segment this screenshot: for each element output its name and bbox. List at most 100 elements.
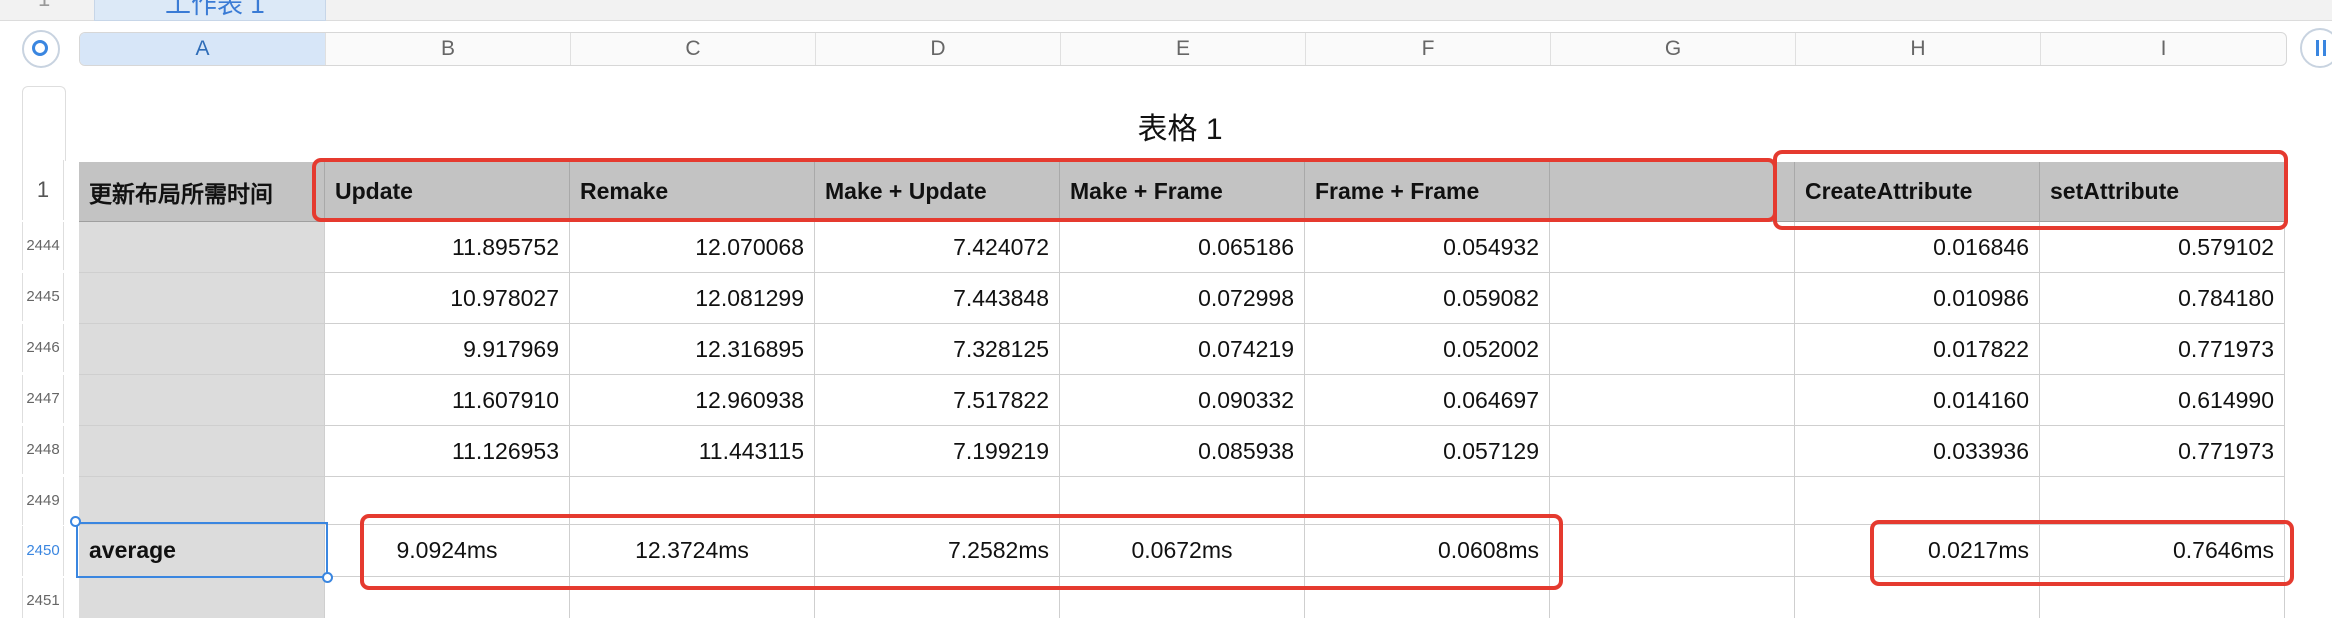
table-cell[interactable] xyxy=(1795,477,2040,525)
table-cell[interactable]: 0.010986 xyxy=(1795,273,2040,324)
table-cell[interactable] xyxy=(1550,222,1795,273)
header-cell[interactable]: 更新布局所需时间 xyxy=(79,162,325,222)
table-cell[interactable]: 0.016846 xyxy=(1795,222,2040,273)
table-cell[interactable]: 0.614990 xyxy=(2040,375,2285,426)
select-all-circle-icon[interactable] xyxy=(22,30,60,68)
average-cell[interactable]: 9.0924ms xyxy=(325,525,570,577)
row-number[interactable]: 2449 xyxy=(22,477,64,525)
row-number[interactable]: 2447 xyxy=(22,375,64,423)
average-cell[interactable]: 7.2582ms xyxy=(815,525,1060,577)
table-cell[interactable] xyxy=(815,477,1060,525)
selection-handle-bottom-right[interactable] xyxy=(322,572,333,583)
header-cell[interactable]: Make + Update xyxy=(815,162,1060,222)
average-cell[interactable]: 0.0672ms xyxy=(1060,525,1305,577)
table-cell[interactable] xyxy=(1550,577,1795,618)
row-number[interactable]: 2448 xyxy=(22,426,64,474)
header-cell[interactable]: setAttribute xyxy=(2040,162,2285,222)
table-cell[interactable] xyxy=(1060,577,1305,618)
table-cell[interactable]: 7.517822 xyxy=(815,375,1060,426)
header-cell[interactable]: CreateAttribute xyxy=(1795,162,2040,222)
table-cell[interactable] xyxy=(79,375,325,426)
average-label-cell[interactable]: average xyxy=(79,525,325,577)
table-cell[interactable] xyxy=(79,477,325,525)
table-cell[interactable] xyxy=(79,426,325,477)
table-cell[interactable]: 0.085938 xyxy=(1060,426,1305,477)
row-number-active[interactable]: 2450 xyxy=(22,526,64,576)
table-cell[interactable] xyxy=(1060,477,1305,525)
header-cell[interactable]: Frame + Frame xyxy=(1305,162,1550,222)
header-cell[interactable]: Make + Frame xyxy=(1060,162,1305,222)
tab-left-label[interactable]: 1 xyxy=(38,0,50,12)
table-cell[interactable]: 0.072998 xyxy=(1060,273,1305,324)
table-cell[interactable]: 0.074219 xyxy=(1060,324,1305,375)
table-cell[interactable] xyxy=(2040,477,2285,525)
table-cell[interactable]: 7.199219 xyxy=(815,426,1060,477)
table-cell[interactable] xyxy=(79,273,325,324)
table-cell[interactable] xyxy=(1550,324,1795,375)
row-number-header[interactable]: 1 xyxy=(22,160,64,220)
table-title[interactable]: 表格 1 xyxy=(1000,104,1360,148)
table-cell[interactable]: 0.059082 xyxy=(1305,273,1550,324)
table-cell[interactable]: 0.052002 xyxy=(1305,324,1550,375)
table-cell[interactable] xyxy=(1550,273,1795,324)
tab-sheet-1[interactable]: 工作表 1 xyxy=(94,0,326,21)
header-cell[interactable]: Remake xyxy=(570,162,815,222)
table-cell[interactable]: 11.895752 xyxy=(325,222,570,273)
table-cell[interactable]: 12.316895 xyxy=(570,324,815,375)
table-cell[interactable] xyxy=(570,477,815,525)
table-cell[interactable]: 12.960938 xyxy=(570,375,815,426)
table-cell[interactable] xyxy=(570,577,815,618)
table-cell[interactable]: 0.017822 xyxy=(1795,324,2040,375)
table-cell[interactable] xyxy=(1550,375,1795,426)
table-cell[interactable]: 0.771973 xyxy=(2040,324,2285,375)
average-cell[interactable]: 0.7646ms xyxy=(2040,525,2285,577)
table-cell[interactable]: 0.033936 xyxy=(1795,426,2040,477)
table-cell[interactable] xyxy=(79,577,325,618)
table-cell[interactable]: 0.771973 xyxy=(2040,426,2285,477)
average-cell[interactable] xyxy=(1550,525,1795,577)
average-cell[interactable]: 0.0608ms xyxy=(1305,525,1550,577)
table-cell[interactable]: 12.081299 xyxy=(570,273,815,324)
table-cell[interactable] xyxy=(325,577,570,618)
table-cell[interactable]: 0.784180 xyxy=(2040,273,2285,324)
table-cell[interactable]: 7.328125 xyxy=(815,324,1060,375)
table-cell[interactable]: 0.090332 xyxy=(1060,375,1305,426)
pause-handle-icon[interactable] xyxy=(2300,28,2332,68)
table-cell[interactable] xyxy=(1550,426,1795,477)
table-cell[interactable]: 11.607910 xyxy=(325,375,570,426)
column-header-e[interactable]: E xyxy=(1061,33,1306,65)
header-cell[interactable] xyxy=(1550,162,1795,222)
column-header-a[interactable]: A xyxy=(80,33,326,65)
table-cell[interactable]: 0.579102 xyxy=(2040,222,2285,273)
column-header-g[interactable]: G xyxy=(1551,33,1796,65)
table-cell[interactable]: 0.014160 xyxy=(1795,375,2040,426)
column-header-f[interactable]: F xyxy=(1306,33,1551,65)
table-cell[interactable] xyxy=(2040,577,2285,618)
table-cell[interactable]: 11.126953 xyxy=(325,426,570,477)
average-cell[interactable]: 0.0217ms xyxy=(1795,525,2040,577)
column-header-h[interactable]: H xyxy=(1796,33,2041,65)
average-cell[interactable]: 12.3724ms xyxy=(570,525,815,577)
table-cell[interactable]: 11.443115 xyxy=(570,426,815,477)
table-cell[interactable]: 10.978027 xyxy=(325,273,570,324)
header-cell[interactable]: Update xyxy=(325,162,570,222)
row-number[interactable]: 2446 xyxy=(22,324,64,372)
column-header-c[interactable]: C xyxy=(571,33,816,65)
row-number[interactable]: 2444 xyxy=(22,222,64,270)
column-header-i[interactable]: I xyxy=(2041,33,2286,65)
table-cell[interactable]: 7.424072 xyxy=(815,222,1060,273)
row-number[interactable]: 2445 xyxy=(22,273,64,321)
table-cell[interactable]: 9.917969 xyxy=(325,324,570,375)
table-cell[interactable] xyxy=(1795,577,2040,618)
table-cell[interactable] xyxy=(1305,477,1550,525)
row-number[interactable]: 2451 xyxy=(22,578,64,618)
table-cell[interactable]: 0.057129 xyxy=(1305,426,1550,477)
column-header-b[interactable]: B xyxy=(326,33,571,65)
table-cell[interactable]: 12.070068 xyxy=(570,222,815,273)
table-cell[interactable] xyxy=(1550,477,1795,525)
table-cell[interactable]: 0.065186 xyxy=(1060,222,1305,273)
table-cell[interactable] xyxy=(79,222,325,273)
table-cell[interactable] xyxy=(325,477,570,525)
table-cell[interactable]: 7.443848 xyxy=(815,273,1060,324)
column-header-d[interactable]: D xyxy=(816,33,1061,65)
